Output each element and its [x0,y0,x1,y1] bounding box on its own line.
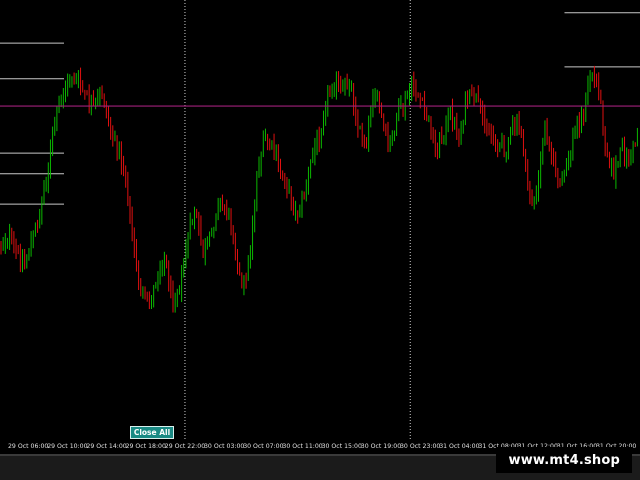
watermark: www.mt4.shop [496,447,632,473]
time-axis-label: 30 Oct 03:00 [204,443,245,450]
time-axis-label: 29 Oct 10:00 [47,443,88,450]
price-chart[interactable] [0,0,640,440]
time-axis-label: 30 Oct 07:00 [243,443,284,450]
candlestick-chart[interactable] [0,0,640,440]
time-axis-label: 30 Oct 23:00 [400,443,441,450]
close-all-button[interactable]: Close All [130,426,174,439]
time-axis-label: 30 Oct 19:00 [360,443,402,450]
time-axis-label: 29 Oct 06:00 [8,443,49,450]
time-axis-label: 30 Oct 11:00 [282,443,323,450]
time-axis-label: 30 Oct 15:00 [321,443,362,450]
time-axis-label: 29 Oct 18:00 [125,443,166,450]
time-axis-label: 29 Oct 14:00 [86,443,127,450]
time-axis-label: 29 Oct 22:00 [164,443,206,450]
time-axis-label: 31 Oct 04:00 [439,443,480,450]
